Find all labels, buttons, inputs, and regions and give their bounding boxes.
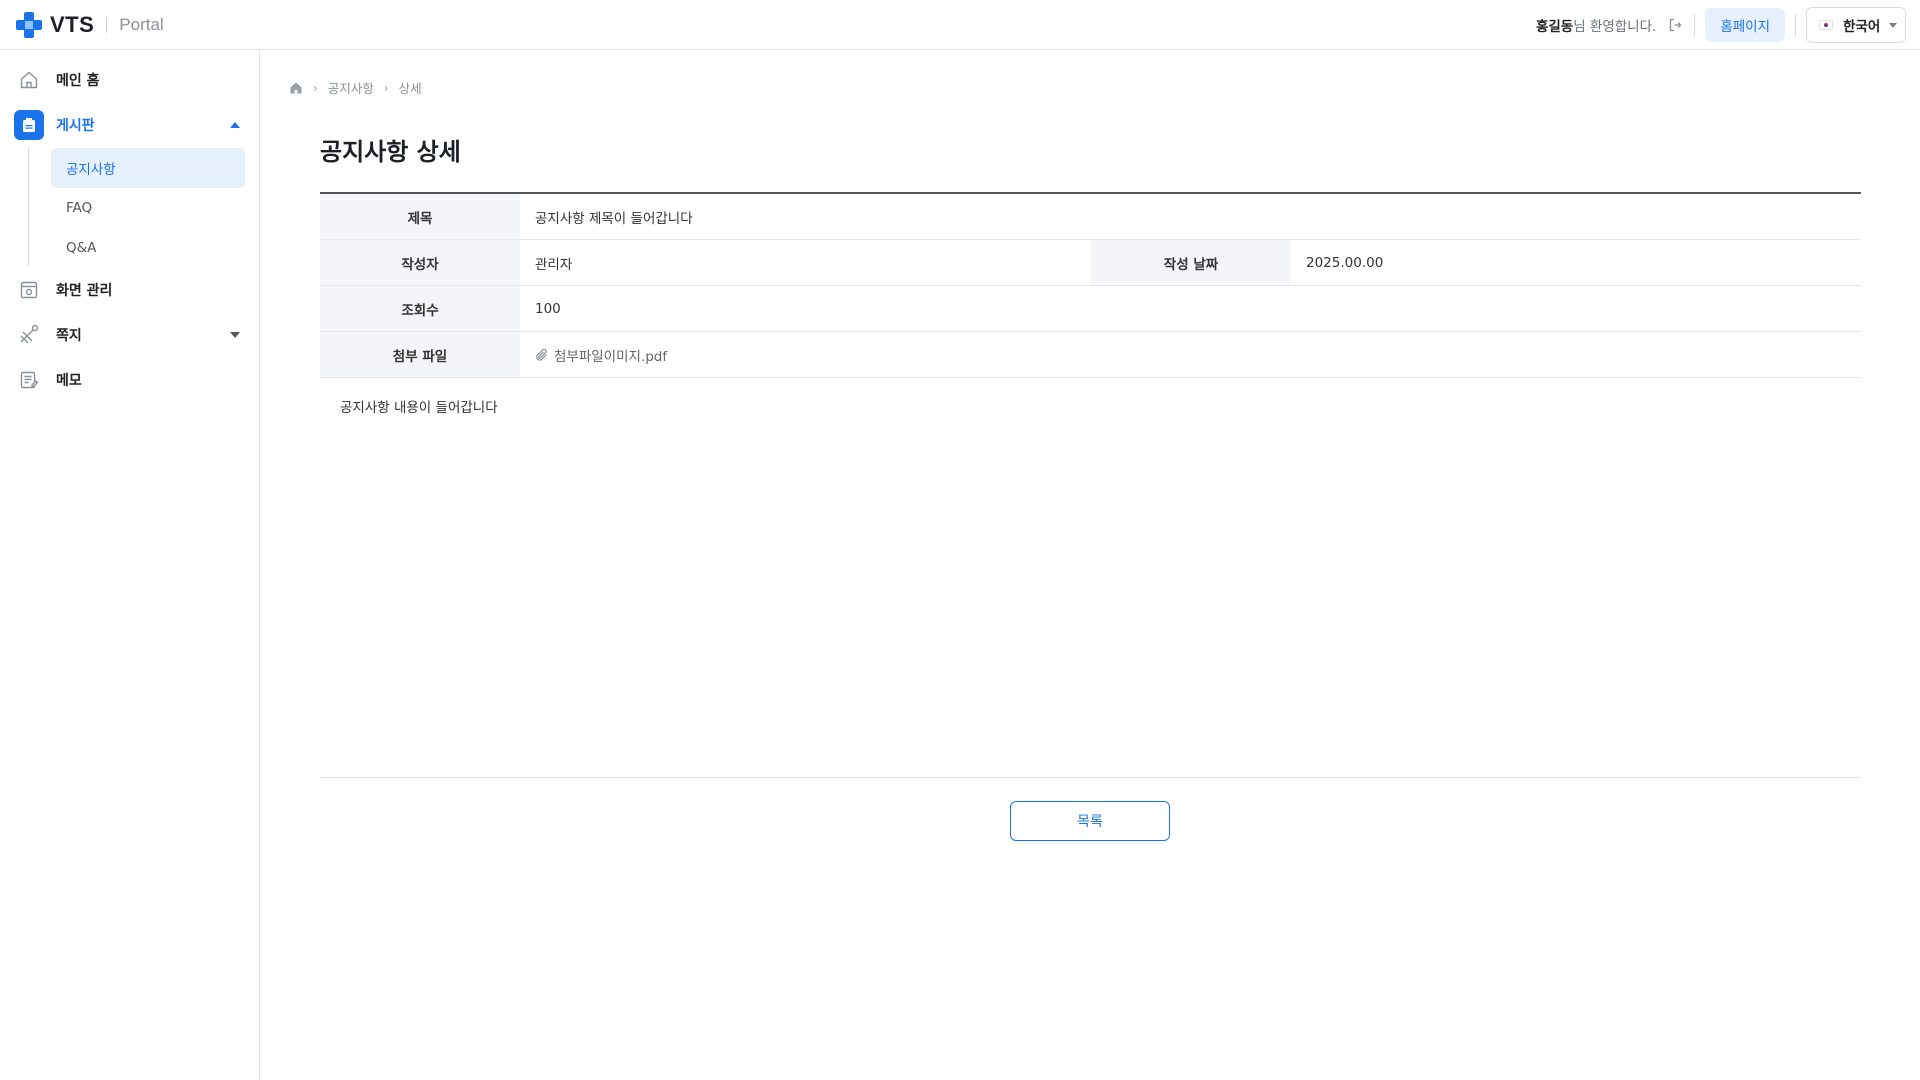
sidebar-item-label: 게시판 (56, 118, 95, 134)
header-divider (1694, 14, 1696, 36)
sidebar-item-message[interactable]: 쪽지 (0, 317, 260, 353)
header-divider (1795, 14, 1796, 36)
logo-divider (106, 16, 108, 33)
chevron-up-icon[interactable] (230, 122, 240, 128)
author-label: 작성자 (320, 240, 520, 285)
message-icon (16, 322, 42, 348)
welcome-suffix: 님 환영합니다. (1573, 19, 1657, 35)
date-label: 작성 날짜 (1091, 240, 1291, 285)
sidebar-subitem-qna[interactable]: Q&A (51, 228, 245, 268)
chevron-down-icon[interactable] (230, 332, 240, 338)
logout-icon[interactable] (1666, 16, 1684, 34)
list-button[interactable]: 목록 (1010, 801, 1170, 841)
sidebar-item-board[interactable]: 게시판 (0, 107, 260, 143)
screen-settings-icon (16, 277, 42, 303)
notice-content: 공지사항 내용이 들어갑니다 (320, 378, 1861, 778)
page-title: 공지사항 상세 (320, 138, 461, 166)
breadcrumb: › 공지사항 › 상세 (289, 78, 422, 97)
breadcrumb-item[interactable]: 공지사항 (328, 78, 374, 97)
vts-logo-icon (14, 10, 44, 40)
logo[interactable]: VTS Portal (14, 10, 164, 40)
sidebar-item-memo[interactable]: 메모 (0, 362, 260, 398)
attachment-filename: 첨부파일이미지.pdf (554, 348, 668, 365)
attachment-link[interactable]: 첨부파일이미지.pdf (535, 345, 667, 365)
sidebar: 메인 홈 게시판 공지사항 FAQ Q&A 화면 관리 쪽지 메모 (0, 50, 260, 1080)
sidebar-item-label: 화면 관리 (56, 283, 113, 299)
attachment-label: 첨부 파일 (320, 332, 520, 377)
views-value: 100 (535, 300, 561, 317)
board-icon (14, 110, 44, 140)
sidebar-item-main-home[interactable]: 메인 홈 (0, 62, 260, 98)
notice-detail-table: 제목 공지사항 제목이 들어갑니다 작성자 관리자 작성 날짜 2025.00.… (320, 192, 1861, 378)
language-label: 한국어 (1843, 19, 1881, 35)
table-row: 제목 공지사항 제목이 들어갑니다 (320, 194, 1861, 240)
breadcrumb-item: 상세 (398, 81, 422, 96)
author-value: 관리자 (535, 256, 573, 273)
memo-icon (16, 367, 42, 393)
breadcrumb-separator-icon: › (383, 80, 389, 95)
paperclip-icon (535, 348, 549, 362)
sidebar-item-label: 쪽지 (56, 328, 82, 344)
chevron-down-icon (1889, 23, 1897, 28)
table-row: 첨부 파일 첨부파일이미지.pdf (320, 332, 1861, 378)
attachment-cell: 첨부파일이미지.pdf (520, 332, 1861, 377)
logo-text: VTS (50, 11, 95, 37)
title-value: 공지사항 제목이 들어갑니다 (535, 210, 693, 227)
views-label: 조회수 (320, 286, 520, 331)
top-header: VTS Portal 홍길동 님 환영합니다. 홈페이지 한국어 (0, 0, 1920, 50)
sidebar-item-label: 메인 홈 (56, 73, 100, 89)
table-row: 조회수 100 (320, 286, 1861, 332)
welcome-message: 홍길동 님 환영합니다. (1536, 15, 1656, 35)
content-body: 공지사항 내용이 들어갑니다 (340, 400, 498, 416)
home-icon[interactable] (289, 81, 303, 95)
sidebar-subitem-notice[interactable]: 공지사항 (51, 148, 245, 188)
sidebar-subitem-faq[interactable]: FAQ (51, 188, 245, 228)
header-actions: 홍길동 님 환영합니다. 홈페이지 한국어 (1536, 0, 1906, 50)
date-value: 2025.00.00 (1306, 254, 1384, 271)
submenu-guide-line (28, 148, 29, 266)
sidebar-item-screen-management[interactable]: 화면 관리 (0, 272, 260, 308)
title-label: 제목 (320, 194, 520, 239)
main-content: › 공지사항 › 상세 공지사항 상세 제목 공지사항 제목이 들어갑니다 작성… (261, 50, 1920, 1080)
korea-flag-icon (1819, 20, 1833, 30)
language-select[interactable]: 한국어 (1806, 7, 1906, 43)
logo-subtitle: Portal (119, 14, 164, 34)
breadcrumb-separator-icon: › (313, 80, 318, 95)
homepage-button[interactable]: 홈페이지 (1705, 8, 1785, 42)
home-icon (16, 67, 42, 93)
user-name: 홍길동 (1535, 19, 1574, 35)
table-row: 작성자 관리자 작성 날짜 2025.00.00 (320, 240, 1861, 286)
sidebar-item-label: 메모 (56, 373, 82, 389)
